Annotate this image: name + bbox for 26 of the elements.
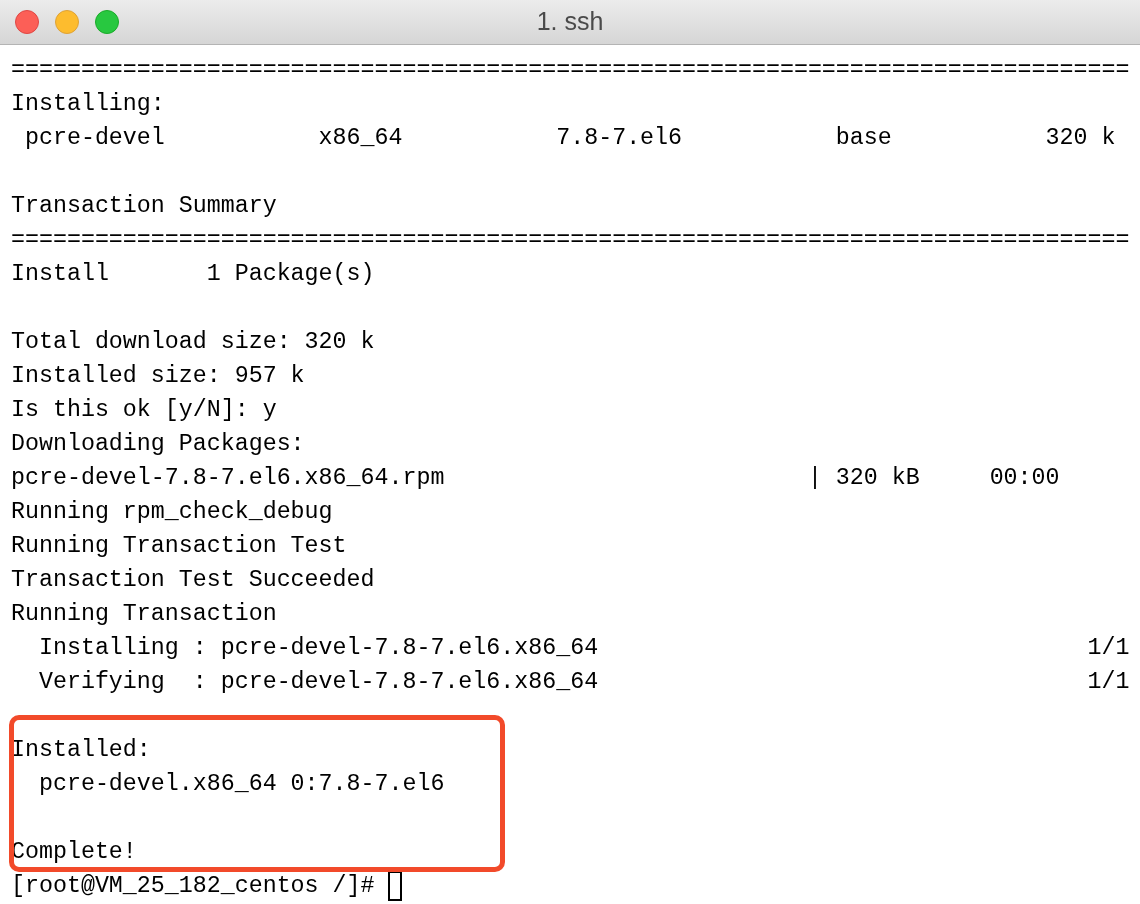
zoom-button[interactable] xyxy=(95,10,119,34)
terminal-line: ================================================================================ xyxy=(11,56,1130,85)
window-title: 1. ssh xyxy=(536,6,604,38)
terminal-line: pcre-devel x86_64 7.8-7.el6 base 320 k xyxy=(23,124,1116,153)
terminal-line: Running Transaction Test xyxy=(11,532,347,561)
terminal-line: pcre-devel-7.8-7.el6.x86_64.rpm | 320 kB 00:00 xyxy=(11,464,1060,493)
terminal-line: Running Transaction xyxy=(11,600,277,629)
terminal-line: Running rpm_check_debug xyxy=(11,498,333,527)
terminal-line: Total download size: 320 k xyxy=(11,328,375,357)
terminal-line: Installed: xyxy=(11,736,151,765)
close-button[interactable] xyxy=(15,10,39,34)
minimize-button[interactable] xyxy=(55,10,79,34)
terminal-line: Verifying : pcre-devel-7.8-7.el6.x86_64 1/1 xyxy=(37,668,1130,697)
terminal-line: Install 1 Package(s) xyxy=(11,260,375,289)
terminal-line: Is this ok [y/N]: y xyxy=(11,396,277,425)
terminal-line: Installing: xyxy=(11,90,165,119)
terminal-line: Installing : pcre-devel-7.8-7.el6.x86_64 1/1 xyxy=(37,634,1130,663)
terminal-line: Installed size: 957 k xyxy=(11,362,305,391)
terminal-line: Complete! xyxy=(11,838,137,867)
terminal-line: Downloading Packages: xyxy=(11,430,305,459)
terminal-line: Transaction Test Succeeded xyxy=(11,566,375,595)
terminal-line: Transaction Summary xyxy=(11,192,277,221)
text-cursor xyxy=(388,871,403,901)
terminal-line: pcre-devel.x86_64 0:7.8-7.el6 xyxy=(37,770,445,799)
terminal-line: ================================================================================ xyxy=(11,226,1130,255)
shell-prompt: [root@VM_25_182_centos /]# xyxy=(11,872,376,901)
